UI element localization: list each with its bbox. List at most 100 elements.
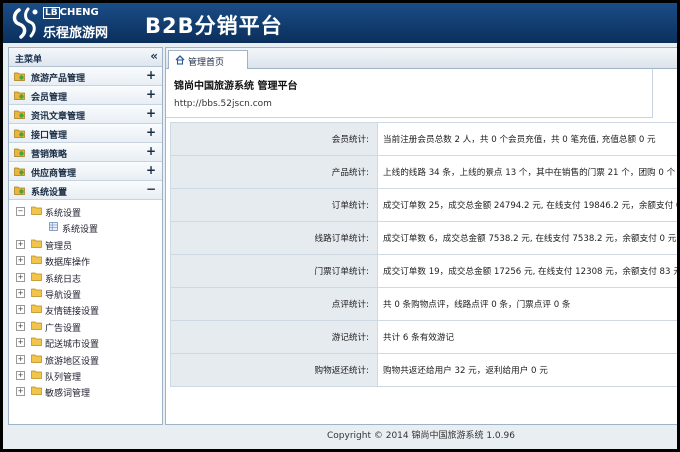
logo-icon — [12, 7, 38, 39]
tab-home-label: 管理首页 — [188, 58, 225, 68]
tree-label: 导航设置 — [45, 290, 82, 301]
stats-value: 成交订单数 19，成交总金额 17256 元, 在线支付 12308 元，余额支… — [377, 254, 677, 288]
logo-en-prefix: LB — [43, 7, 60, 19]
grid-page-icon — [49, 222, 58, 232]
logo-text-cn: 乐程旅游网 — [43, 26, 109, 41]
intro-title: 锦尚中国旅游系统 管理平台 — [174, 81, 298, 92]
tree-label: 数据库操作 — [45, 258, 91, 269]
sidebar-header: 主菜单 « — [9, 48, 162, 67]
folder-icon — [31, 206, 42, 215]
stats-label: 订单统计: — [170, 188, 378, 222]
sidebar-menu-item[interactable]: 营销策略 + — [9, 143, 162, 162]
menu-toggle-icon[interactable]: + — [146, 87, 156, 102]
stats-label: 线路订单统计: — [170, 221, 378, 255]
tree-expand-icon[interactable]: + — [16, 305, 25, 315]
tree-label: 敏感词管理 — [45, 389, 91, 400]
stats-value: 当前注册会员总数 2 人，共 0 个会员充值，共 0 笔充值, 充值总额 0 元 — [377, 122, 677, 156]
sidebar-menu-label: 供应商管理 — [31, 169, 77, 179]
stats-row: 产品统计: 上线的线路 34 条，上线的景点 13 个，其中在销售的门票 21 个… — [170, 155, 677, 189]
folder-plugin-icon — [14, 186, 25, 195]
tab-home[interactable]: 管理首页 — [168, 50, 248, 69]
sidebar-menu-item[interactable]: 接口管理 + — [9, 124, 162, 143]
tree-node-system-settings[interactable]: − 系统设置 — [9, 203, 162, 219]
collapse-sidebar-button[interactable]: « — [150, 49, 158, 63]
tree-label: 旅游地区设置 — [45, 356, 100, 367]
stats-row: 游记统计: 共计 6 条有效游记 — [170, 320, 677, 354]
stats-label: 会员统计: — [170, 122, 378, 156]
tree-node[interactable]: + 数据库操作 — [9, 252, 162, 268]
tree-label: 广告设置 — [45, 323, 82, 334]
folder-icon — [31, 288, 42, 297]
folder-plugin-icon — [14, 129, 25, 138]
tree-collapse-icon[interactable]: − — [16, 207, 25, 216]
tree-node[interactable]: + 队列管理 — [9, 367, 162, 383]
sidebar-menu-item[interactable]: 供应商管理 + — [9, 162, 162, 181]
tree-node[interactable]: + 导航设置 — [9, 285, 162, 301]
menu-toggle-icon[interactable]: + — [146, 163, 156, 178]
tree-expand-icon[interactable]: + — [16, 338, 25, 348]
tree-expand-icon[interactable]: + — [16, 256, 25, 266]
settings-tree: − 系统设置 系统设置 + 管理员 + 数据库操作 + 系统日志 + 导航设置 + 友情链接设置 + 广告设… — [9, 200, 162, 400]
intro-url[interactable]: http://bbs.52jscn.com — [174, 99, 272, 109]
sidebar-menu-item[interactable]: 系统设置 − — [9, 181, 162, 200]
main-panel: 管理首页 锦尚中国旅游系统 管理平台 http://bbs.52jscn.com… — [165, 47, 677, 425]
stats-row: 订单统计: 成交订单数 25，成交总金额 24794.2 元, 在线支付 1984… — [170, 188, 677, 222]
stats-row: 线路订单统计: 成交订单数 6，成交总金额 7538.2 元, 在线支付 7538… — [170, 221, 677, 255]
intro-panel: 锦尚中国旅游系统 管理平台 http://bbs.52jscn.com — [166, 69, 653, 118]
stats-label: 购物返还统计: — [170, 353, 378, 387]
folder-icon — [31, 321, 42, 330]
tree-node[interactable]: + 敏感词管理 — [9, 383, 162, 399]
tree-node[interactable]: + 广告设置 — [9, 318, 162, 334]
stats-row: 门票订单统计: 成交订单数 19，成交总金额 17256 元, 在线支付 1230… — [170, 254, 677, 288]
menu-toggle-icon[interactable]: + — [146, 125, 156, 140]
footer-copyright: Copyright © 2014 锦尚中国旅游系统 1.0.96 — [327, 431, 515, 441]
tree-expand-icon[interactable]: + — [16, 387, 25, 397]
tree-expand-icon[interactable]: + — [16, 354, 25, 364]
sidebar-menu-item[interactable]: 资讯文章管理 + — [9, 105, 162, 124]
stats-label: 产品统计: — [170, 155, 378, 189]
tree-label: 系统设置 — [45, 209, 82, 219]
tree-node[interactable]: + 配送城市设置 — [9, 334, 162, 350]
home-icon — [175, 55, 185, 65]
app-title: B2B分销平台 — [145, 14, 283, 38]
tab-bar: 管理首页 — [166, 48, 677, 69]
stats-label: 游记统计: — [170, 320, 378, 354]
sidebar-menu-label: 接口管理 — [31, 131, 68, 141]
tree-node[interactable]: + 系统日志 — [9, 269, 162, 285]
menu-toggle-icon[interactable]: + — [146, 106, 156, 121]
tree-node-system-settings-child[interactable]: 系统设置 — [9, 219, 162, 235]
menu-toggle-icon[interactable]: + — [146, 144, 156, 159]
tree-expand-icon[interactable]: + — [16, 370, 25, 380]
sidebar-menu-label: 会员管理 — [31, 93, 68, 103]
menu-toggle-icon[interactable]: + — [146, 68, 156, 83]
folder-plugin-icon — [14, 110, 25, 119]
tree-label: 系统设置 — [62, 225, 99, 236]
sidebar-menu-item[interactable]: 旅游产品管理 + — [9, 67, 162, 86]
stats-label: 点评统计: — [170, 287, 378, 321]
tree-expand-icon[interactable]: + — [16, 288, 25, 298]
stats-value: 成交订单数 6，成交总金额 7538.2 元, 在线支付 7538.2 元，余额… — [377, 221, 677, 255]
folder-plugin-icon — [14, 72, 25, 81]
menu-toggle-icon[interactable]: − — [146, 182, 156, 197]
sidebar-menu-label: 旅游产品管理 — [31, 74, 86, 84]
folder-icon — [31, 239, 42, 248]
tree-expand-icon[interactable]: + — [16, 321, 25, 331]
tree-label: 队列管理 — [45, 372, 82, 383]
stats-value: 共计 6 条有效游记 — [377, 320, 677, 354]
app-frame: LB CHENG 乐程旅游网 B2B分销平台 主菜单 « 旅游产品管理 + 会员管理 +… — [3, 3, 677, 449]
tree-expand-icon[interactable]: + — [16, 239, 25, 249]
stats-value: 成交订单数 25，成交总金额 24794.2 元, 在线支付 19846.2 元… — [377, 188, 677, 222]
folder-icon — [31, 337, 42, 346]
header-bar: LB CHENG 乐程旅游网 B2B分销平台 — [3, 3, 677, 43]
tree-expand-icon[interactable]: + — [16, 272, 25, 282]
folder-icon — [31, 386, 42, 396]
tree-node[interactable]: + 友情链接设置 — [9, 301, 162, 317]
folder-icon — [31, 272, 42, 281]
tree-node[interactable]: + 管理员 — [9, 236, 162, 252]
tree-label: 管理员 — [45, 241, 73, 252]
tree-node[interactable]: + 旅游地区设置 — [9, 351, 162, 367]
sidebar-menu-label: 营销策略 — [31, 150, 68, 160]
sidebar-menu-item[interactable]: 会员管理 + — [9, 86, 162, 105]
tree-label: 友情链接设置 — [45, 307, 100, 318]
stats-value: 上线的线路 34 条，上线的景点 13 个，其中在销售的门票 21 个，团购 0… — [377, 155, 677, 189]
